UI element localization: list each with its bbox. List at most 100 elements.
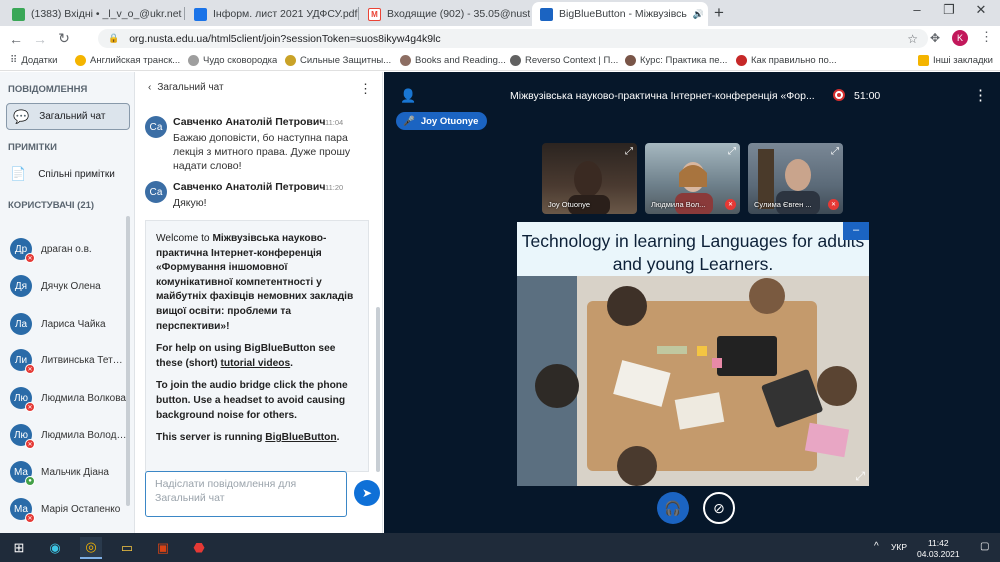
taskbar-clock[interactable]: 11:42 04.03.2021	[917, 538, 960, 560]
send-message-button[interactable]: ➤	[354, 480, 380, 506]
tab-title: Інформ. лист 2021 УДФСУ.pdf	[213, 8, 358, 20]
user-list-item[interactable]: Др ✕ драган о.в.	[10, 235, 128, 263]
powerpoint-icon[interactable]: ▣	[152, 537, 174, 559]
bookmark-item[interactable]: Английская транск...	[75, 55, 185, 66]
webcam-video[interactable]: Joy Otuonye ⤢	[542, 143, 637, 214]
clock-date: 04.03.2021	[917, 549, 960, 559]
avatar: Лю ✕	[10, 424, 35, 449]
users-header: КОРИСТУВАЧІ (21)	[8, 200, 95, 211]
webcam-user-name: Joy Otuonye	[548, 200, 591, 209]
fullscreen-icon[interactable]: ⤢	[831, 146, 839, 157]
user-list-item[interactable]: Ма ● Мальчик Діана	[10, 458, 128, 486]
public-chat-item[interactable]: 💬 Загальний чат	[6, 103, 130, 130]
bookmark-folder[interactable]: Інші закладки	[918, 55, 993, 66]
bookmark-item[interactable]: Курс: Практика пе...	[625, 55, 727, 66]
windows-start-icon[interactable]: ⊞	[8, 537, 30, 559]
system-tray-chevron-icon[interactable]: ^	[874, 541, 879, 552]
bookmark-apps[interactable]: ⠿ Додатки	[10, 55, 57, 66]
speaker-icon[interactable]: 🔊	[693, 9, 704, 20]
bigbluebutton-link[interactable]: BigBlueButton	[265, 432, 336, 443]
user-list-item[interactable]: Ла Лариса Чайка	[10, 310, 128, 338]
muted-mic-icon: ✕	[25, 253, 35, 263]
user-list-item[interactable]: Лю ✕ Людмила Волкова	[10, 384, 128, 412]
audio-instructions: To join the audio bridge click the phone…	[156, 380, 348, 421]
chrome-icon[interactable]: ◎	[80, 537, 102, 559]
meeting-area: 👤 Міжвузівська науково-практична Інтерне…	[384, 72, 1000, 533]
tutorial-videos-link[interactable]: tutorial videos	[221, 358, 291, 369]
tab-gmail[interactable]: M Входящие (902) - 35.05@nusta.e ✕	[360, 2, 530, 26]
chat-scrollbar[interactable]	[376, 127, 380, 472]
avatar: Др ✕	[10, 238, 35, 263]
webcam-user-name: Сулима Євген ...	[754, 200, 812, 209]
user-list-scrollbar[interactable]	[126, 216, 130, 506]
muted-mic-icon: ✕	[25, 364, 35, 374]
avatar: Са	[145, 116, 167, 138]
presentation-slide[interactable]: Technology in learning Languages for adu…	[517, 222, 869, 486]
user-list-item[interactable]: Ли ✕ Литвинська Тетян...	[10, 346, 128, 374]
fullscreen-icon[interactable]: ⤢	[625, 146, 633, 157]
back-arrow-icon[interactable]: ←	[4, 31, 28, 47]
bookmark-icon	[188, 55, 199, 66]
input-language[interactable]: УКР	[891, 542, 907, 552]
muted-mic-icon: ✕	[828, 199, 839, 210]
chevron-left-icon: ‹	[148, 82, 152, 93]
bookmark-item[interactable]: Сильные Защитны...	[285, 55, 391, 66]
avatar: Дя	[10, 275, 32, 297]
browser-menu-icon[interactable]: ⋮	[980, 29, 993, 45]
hide-chat-button[interactable]: ‹ Загальний чат	[148, 82, 224, 93]
webcam-video[interactable]: Сулима Євген ... ✕ ⤢	[748, 143, 843, 214]
shared-notes-label: Спільні примітки	[38, 168, 115, 180]
recording-indicator-icon[interactable]	[833, 89, 845, 101]
acrobat-icon[interactable]: ⬣	[188, 537, 210, 559]
tab-title: Входящие (902) - 35.05@nusta.e	[387, 8, 530, 20]
share-webcam-button[interactable]: ⊘	[703, 492, 735, 524]
send-icon: ➤	[361, 486, 373, 500]
minimize-button[interactable]: –	[902, 2, 932, 17]
bookmark-item[interactable]: Books and Reading...	[400, 55, 506, 66]
bookmark-item[interactable]: Reverso Context | П...	[510, 55, 618, 66]
avatar: Ли ✕	[10, 349, 35, 374]
fullscreen-icon[interactable]: ⤢	[728, 146, 736, 157]
notifications-icon[interactable]: ▢	[980, 541, 989, 552]
bookmark-item[interactable]: Чудо сковородка	[188, 55, 277, 66]
close-window-button[interactable]: ✕	[966, 2, 996, 18]
webcam-video[interactable]: Людмила Вол... ✕ ⤢	[645, 143, 740, 214]
chat-panel: ‹ Загальний чат ⋮ Са Савченко Анатолій Пе…	[136, 72, 383, 533]
shared-notes-item[interactable]: 📄 Спільні примітки	[10, 166, 115, 182]
maximize-button[interactable]: ❐	[934, 2, 964, 18]
tab-pdf[interactable]: Інформ. лист 2021 УДФСУ.pdf ✕	[186, 2, 358, 26]
conference-name: Міжвузівська науково-практична Інтернет-…	[156, 233, 354, 332]
tab-bigbluebutton[interactable]: BigBlueButton - Міжвузівсь 🔊 ✕	[532, 2, 708, 26]
user-list-item[interactable]: Лю ✕ Людмила Володи...	[10, 421, 128, 449]
fullscreen-icon[interactable]: ⤢	[855, 469, 865, 484]
chat-options-icon[interactable]: ⋮	[359, 81, 372, 97]
url-input[interactable]: 🔒 org.nusta.edu.ua/html5client/join?sess…	[98, 29, 928, 48]
minimize-presentation-button[interactable]: –	[843, 222, 869, 240]
reload-icon[interactable]: ↻	[52, 30, 76, 47]
muted-mic-icon: ✕	[25, 439, 35, 449]
new-tab-button[interactable]: +	[714, 3, 724, 23]
edge-icon[interactable]: ◉	[44, 537, 66, 559]
message-text: Дякую!	[173, 197, 207, 209]
talking-user-name: Joy Otuonye	[420, 115, 479, 127]
tab-ukr-net[interactable]: (1383) Вхідні • _l_v_o_@ukr.net ✕	[4, 2, 184, 26]
chat-message-input[interactable]: Надіслати повідомлення для Загальний чат	[145, 471, 347, 517]
user-list-item[interactable]: Ма ✕ Марія Остапенко	[10, 495, 128, 523]
user-list-panel: ПОВІДОМЛЕННЯ 💬 Загальний чат ПРИМІТКИ 📄 …	[0, 72, 135, 533]
leave-audio-button[interactable]: 🎧	[657, 492, 689, 524]
extensions-icon[interactable]: ✥	[930, 31, 940, 45]
bookmark-icon	[736, 55, 747, 66]
forward-arrow-icon[interactable]: →	[28, 31, 52, 47]
user-list-item[interactable]: Дя Дячук Олена	[10, 272, 128, 300]
avatar: Ла	[10, 313, 32, 335]
windows-taskbar: ⊞ ◉ ◎ ▭ ▣ ⬣ ^ УКР 11:42 04.03.2021 ▢	[0, 533, 1000, 562]
meeting-options-icon[interactable]: ⋮	[973, 86, 988, 104]
file-explorer-icon[interactable]: ▭	[116, 537, 138, 559]
bookmark-star-icon[interactable]: ☆	[907, 32, 918, 46]
talking-indicator[interactable]: 🎤 Joy Otuonye	[396, 112, 488, 130]
toggle-user-list-icon[interactable]: 👤	[400, 88, 416, 104]
bigbluebutton-icon	[540, 7, 553, 21]
bookmark-item[interactable]: Как правильно по...	[736, 55, 837, 66]
bookmark-icon	[400, 55, 411, 66]
profile-avatar[interactable]: K	[952, 30, 968, 46]
